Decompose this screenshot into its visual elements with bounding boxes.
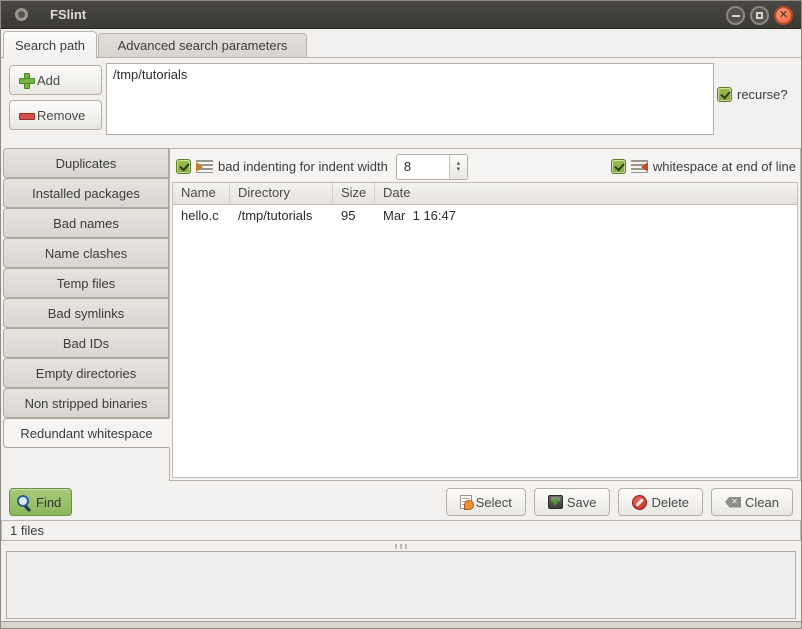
status-bar: 1 files (1, 520, 801, 541)
sidebar-item-bad-ids[interactable]: Bad IDs (3, 328, 169, 358)
window-resize-edge[interactable] (1, 621, 801, 628)
select-button[interactable]: Select (445, 488, 526, 516)
close-button[interactable]: ✕ (774, 6, 793, 25)
results-table-header: Name Directory Size Date (173, 183, 797, 205)
delete-button-label: Delete (651, 494, 690, 510)
sidebar-item-non-stripped-binaries[interactable]: Non stripped binaries (3, 388, 169, 418)
sidebar-item-name-clashes[interactable]: Name clashes (3, 238, 169, 268)
add-button[interactable]: Add (9, 65, 102, 95)
spin-down-icon[interactable]: ▾ (457, 166, 461, 173)
indent-icon (196, 160, 213, 173)
sidebar-item-bad-names[interactable]: Bad names (3, 208, 169, 238)
remove-button-label: Remove (37, 107, 86, 123)
search-path-list[interactable]: /tmp/tutorials (106, 63, 714, 135)
cell-name: hello.c (181, 208, 219, 223)
table-row[interactable]: hello.c /tmp/tutorials 95 Mar 1 16:47 (173, 205, 797, 227)
cell-size: 95 (341, 208, 356, 223)
clean-backspace-icon: ✕ (725, 496, 742, 508)
sidebar-item-duplicates[interactable]: Duplicates (3, 148, 169, 178)
trailing-whitespace-checkbox[interactable] (610, 159, 626, 174)
column-header-size[interactable]: Size (333, 183, 375, 204)
bad-indenting-option[interactable]: bad indenting for indent width 8 ▴ ▾ (176, 153, 468, 180)
sidebar-item-bad-symlinks[interactable]: Bad symlinks (3, 298, 169, 328)
sidebar-item-temp-files[interactable]: Temp files (3, 268, 169, 298)
sidebar-item-installed-packages[interactable]: Installed packages (3, 178, 169, 208)
app-icon (15, 8, 28, 21)
sidebar-item-redundant-whitespace[interactable]: Redundant whitespace (3, 418, 170, 448)
trailing-whitespace-option[interactable]: whitespace at end of line (610, 159, 796, 174)
cell-directory: /tmp/tutorials (238, 208, 313, 223)
tab-advanced-search-parameters[interactable]: Advanced search parameters (98, 33, 307, 58)
find-button-label: Find (36, 494, 62, 510)
recurse-checkbox[interactable] (717, 87, 732, 102)
select-button-label: Select (475, 494, 512, 510)
column-header-name[interactable]: Name (173, 183, 230, 204)
titlebar[interactable]: FSlint ✕ (1, 1, 801, 29)
sidebar-item-empty-directories[interactable]: Empty directories (3, 358, 169, 388)
minimize-button[interactable] (726, 6, 745, 25)
select-hand-icon (459, 495, 474, 510)
output-panel[interactable] (6, 551, 796, 619)
redundant-whitespace-page: bad indenting for indent width 8 ▴ ▾ whi… (169, 148, 801, 481)
results-table[interactable]: Name Directory Size Date hello.c /tmp/tu… (172, 182, 798, 478)
trailing-whitespace-label: whitespace at end of line (652, 159, 796, 174)
bad-indenting-checkbox[interactable] (176, 159, 191, 174)
tab-search-path[interactable]: Search path (3, 31, 97, 59)
clean-button[interactable]: ✕ Clean (711, 488, 793, 516)
find-button[interactable]: Find (9, 488, 73, 516)
save-button[interactable]: Save (533, 488, 611, 516)
trailing-whitespace-icon (630, 160, 648, 173)
close-icon: ✕ (778, 9, 789, 21)
spinner-arrows[interactable]: ▴ ▾ (448, 154, 467, 179)
save-button-label: Save (566, 494, 597, 510)
column-header-date[interactable]: Date (375, 183, 797, 204)
delete-icon (632, 494, 648, 510)
clean-button-label: Clean (745, 494, 779, 510)
recurse-label: recurse? (737, 87, 788, 102)
save-icon (547, 495, 563, 509)
maximize-icon (756, 12, 763, 19)
indent-width-spinner[interactable]: 8 ▴ ▾ (395, 153, 468, 180)
cell-date: Mar 1 16:47 (383, 208, 456, 223)
window-title: FSlint (50, 7, 87, 22)
add-button-label: Add (37, 72, 61, 88)
add-plus-icon (19, 73, 35, 89)
indent-width-value[interactable]: 8 (397, 155, 449, 179)
delete-button[interactable]: Delete (618, 488, 704, 516)
fslint-window: FSlint ✕ Search path Advanced search par… (0, 0, 802, 629)
bad-indenting-label: bad indenting for indent width (218, 159, 388, 174)
recurse-option[interactable]: recurse? (717, 87, 788, 102)
search-icon (17, 494, 32, 510)
column-header-directory[interactable]: Directory (230, 183, 333, 204)
remove-minus-icon (19, 108, 35, 122)
minimize-icon (731, 14, 740, 17)
maximize-button[interactable] (750, 6, 769, 25)
pane-splitter-handle[interactable] (1, 542, 801, 550)
remove-button[interactable]: Remove (9, 100, 102, 130)
